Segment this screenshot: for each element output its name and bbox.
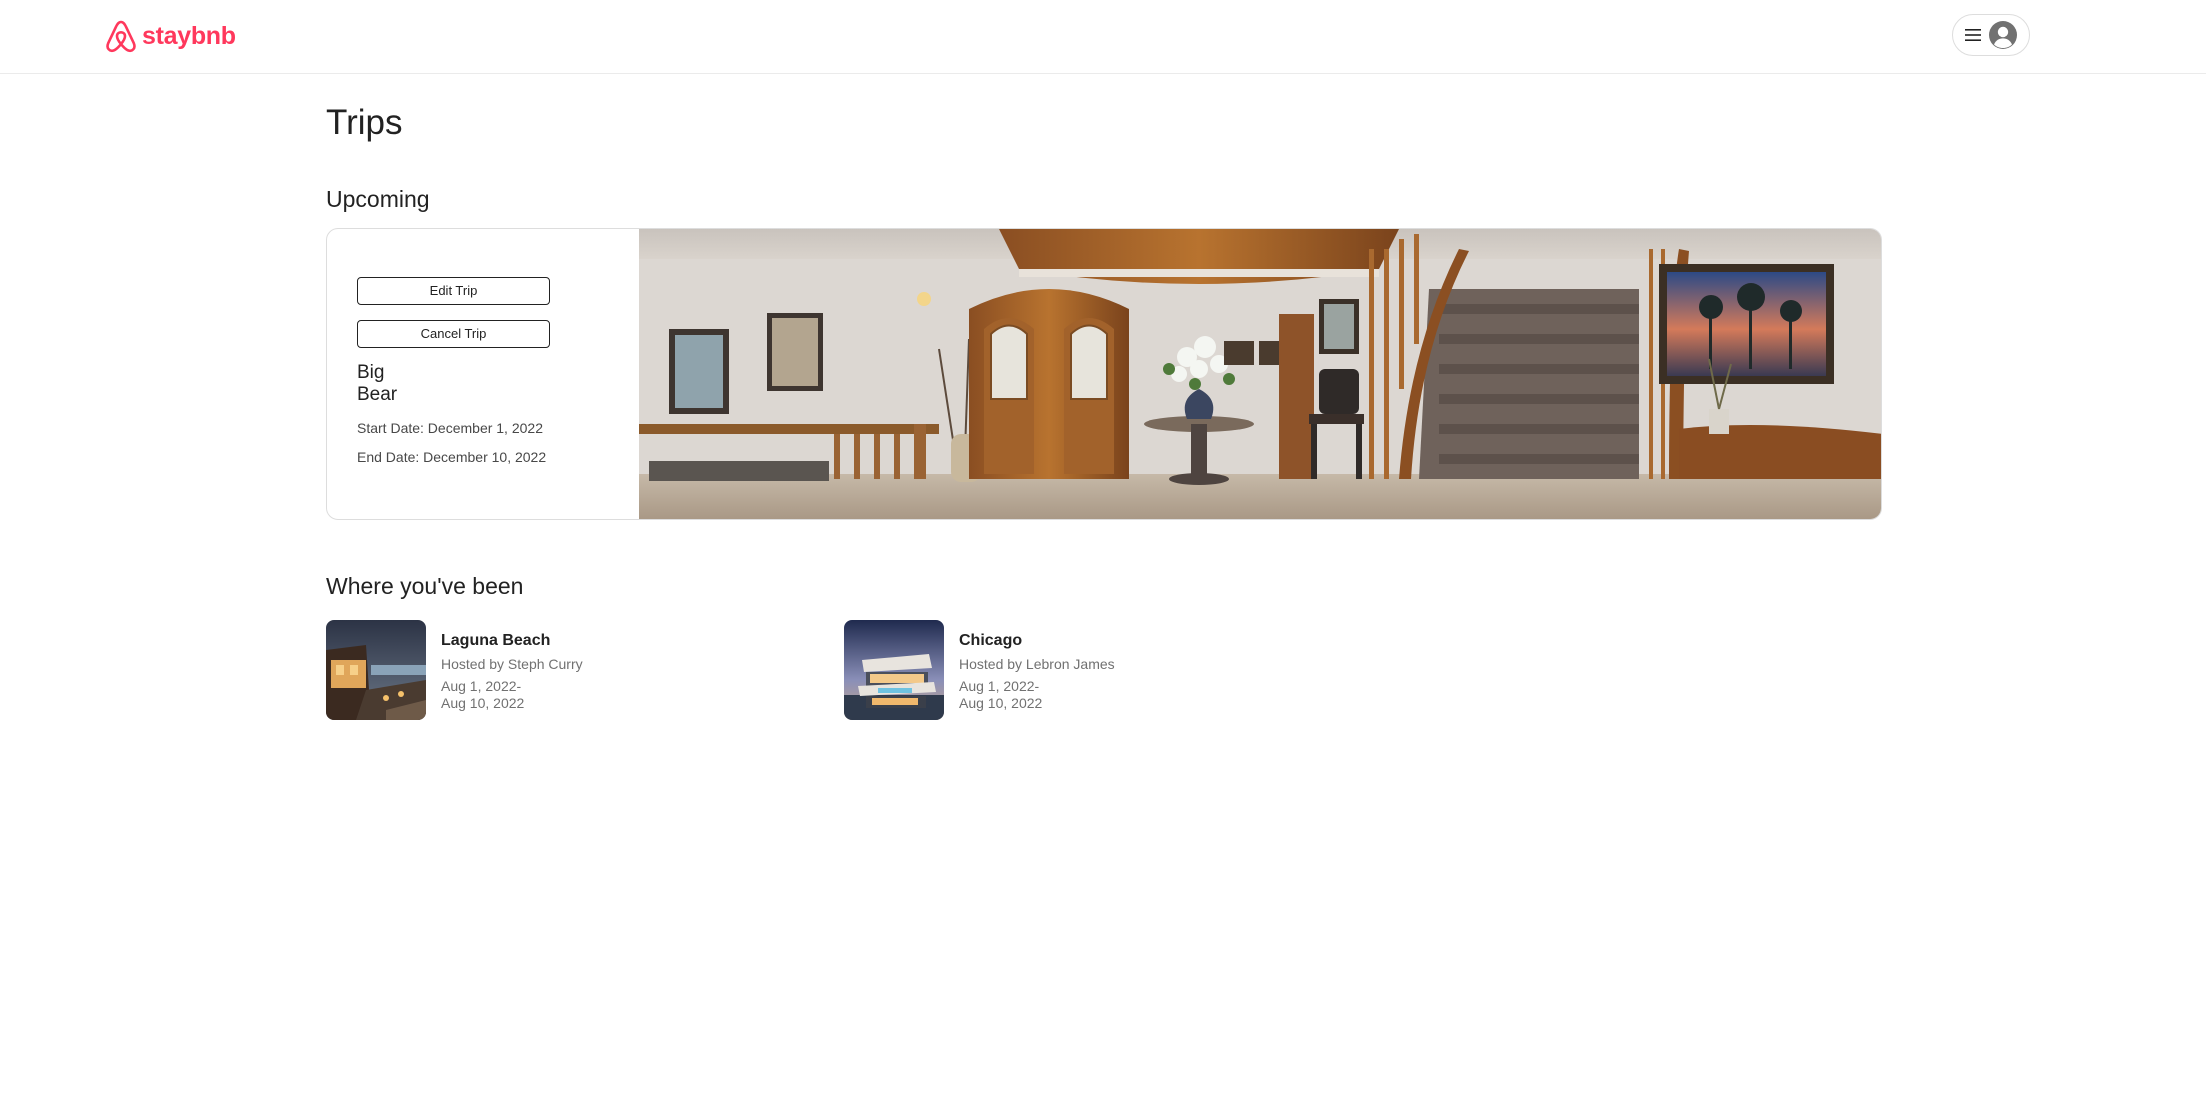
past-trip-start-date: Aug 1, 2022- (959, 678, 1040, 694)
laguna-beach-thumbnail (326, 620, 426, 720)
past-trip-title: Chicago (959, 632, 1023, 649)
past-trip-end-date: Aug 10, 2022 (441, 695, 525, 711)
past-trip-title: Laguna Beach (441, 632, 551, 649)
top-navigation-bar: staybnb (0, 0, 2206, 74)
past-trips-list: Laguna Beach Hosted by Steph Curry Aug 1… (326, 620, 1326, 720)
past-trip-item[interactable]: Chicago Hosted by Lebron James Aug 1, 20… (844, 620, 1344, 720)
past-trip-end-date: Aug 10, 2022 (959, 695, 1043, 711)
page-title: Trips (326, 103, 403, 142)
past-trip-text: Laguna Beach Hosted by Steph Curry Aug 1… (441, 632, 741, 712)
upcoming-heading: Upcoming (326, 186, 430, 212)
past-trip-dates: Aug 1, 2022- Aug 10, 2022 (441, 678, 531, 712)
trip-start-date: Start Date: December 1, 2022 (357, 420, 543, 436)
hamburger-menu-icon (1965, 29, 1981, 41)
edit-trip-button[interactable]: Edit Trip (357, 277, 550, 305)
brand-name: staybnb (142, 21, 236, 50)
trip-details: Edit Trip Cancel Trip Big Bear Start Dat… (327, 229, 639, 519)
user-avatar-icon (1989, 21, 2017, 49)
trip-location-name: Big Bear (357, 362, 398, 405)
cancel-trip-button[interactable]: Cancel Trip (357, 320, 550, 348)
past-trip-start-date: Aug 1, 2022- (441, 678, 522, 694)
trip-listing-photo[interactable] (639, 229, 1882, 520)
past-trip-host: Hosted by Lebron James (959, 656, 1115, 672)
past-trip-dates: Aug 1, 2022- Aug 10, 2022 (959, 678, 1049, 712)
chicago-thumbnail (844, 620, 944, 720)
upcoming-trip-card: Edit Trip Cancel Trip Big Bear Start Dat… (326, 228, 1882, 520)
airbnb-logo-icon (106, 20, 136, 53)
past-trips-heading: Where you've been (326, 573, 524, 599)
trip-end-date: End Date: December 10, 2022 (357, 449, 547, 465)
past-trip-text: Chicago Hosted by Lebron James Aug 1, 20… (959, 632, 1259, 712)
brand-logo-link[interactable]: staybnb (104, 16, 236, 56)
user-menu-button[interactable] (1952, 14, 2030, 56)
past-trip-host: Hosted by Steph Curry (441, 656, 583, 672)
past-trip-item[interactable]: Laguna Beach Hosted by Steph Curry Aug 1… (326, 620, 826, 720)
